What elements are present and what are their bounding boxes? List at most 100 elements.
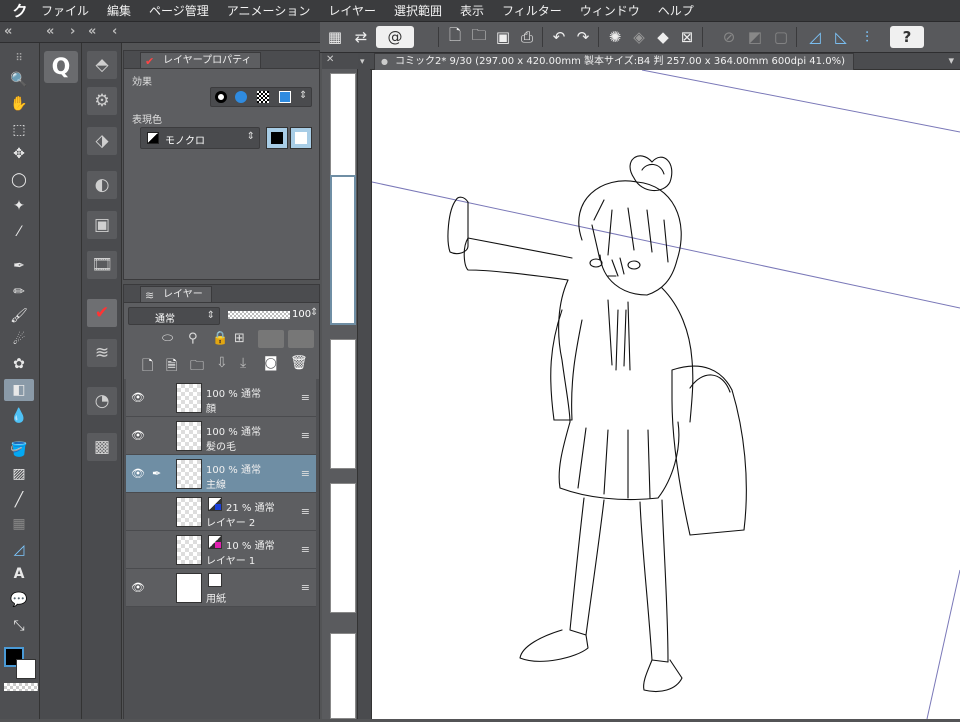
zoom-tool-icon[interactable]: 🔍 — [4, 69, 34, 91]
canvas-tab[interactable]: ● コミック2* 9/30 (297.00 x 420.00mm 製本サイズ:B4… — [374, 53, 854, 70]
menu-filter[interactable]: フィルター — [493, 0, 571, 22]
layer-row-hair[interactable]: 👁 100 % 通常 髪の毛 ≡ — [126, 417, 316, 455]
film-icon[interactable]: 🎞 — [87, 251, 117, 279]
layer-row-layer-1[interactable]: 10 % 通常 レイヤー 1 ≡ — [126, 531, 316, 569]
undo-icon[interactable]: ↶ — [548, 26, 570, 48]
ruler-toggle-icon[interactable] — [288, 330, 314, 348]
transform-icon[interactable]: ⊠ — [676, 26, 698, 48]
spin-icon[interactable]: ⇕ — [310, 307, 318, 318]
special-ruler-snap-icon[interactable]: ◺ — [830, 26, 852, 48]
collapse-left-icon[interactable]: « — [4, 24, 12, 39]
eraser-tool-icon[interactable]: ◧ — [4, 379, 34, 401]
clip-studio-icon[interactable]: @ — [376, 26, 414, 48]
clear-icon[interactable]: ◈ — [628, 26, 650, 48]
lock-icon[interactable]: 🔒 — [212, 331, 228, 346]
lock-transparency-icon[interactable]: ⊞ — [234, 331, 245, 346]
layer-menu-icon[interactable]: ≡ — [301, 581, 310, 594]
drawing-canvas[interactable] — [371, 69, 960, 720]
layer-menu-icon[interactable]: ≡ — [301, 543, 310, 556]
eye-icon[interactable]: 👁 — [130, 391, 146, 405]
fill-bucket-icon[interactable]: 🪣 — [4, 439, 34, 461]
sub-tool-icon[interactable]: Q — [44, 51, 78, 83]
color-circle-icon[interactable]: ◐ — [87, 171, 117, 199]
balloon-tool-icon[interactable]: 💬 — [4, 589, 34, 611]
new-file-icon[interactable]: 🗋 — [444, 26, 466, 48]
collapse-left-icon[interactable]: « — [88, 24, 96, 39]
border-effect-icon[interactable] — [215, 91, 227, 103]
pen-tool-icon[interactable]: ✒ — [4, 255, 34, 277]
open-folder-icon[interactable]: 🗀 — [468, 26, 490, 48]
invert-selection-icon[interactable]: ◩ — [744, 26, 766, 48]
spin-icon[interactable]: ⇕ — [299, 90, 307, 101]
ruler-tool-icon[interactable]: ◿ — [4, 539, 34, 561]
lasso-selection-icon[interactable]: ◯ — [4, 169, 34, 191]
transfer-down-icon[interactable]: ⇩ — [216, 355, 228, 371]
page-thumbnail[interactable] — [330, 483, 356, 613]
extract-line-icon[interactable] — [235, 91, 247, 103]
layer-row-layer-2[interactable]: 21 % 通常 レイヤー 2 ≡ — [126, 493, 316, 531]
opacity-value[interactable]: 100 — [292, 309, 311, 320]
pencil-tool-icon[interactable]: ✏ — [4, 281, 34, 303]
move-layer-icon[interactable]: ✥ — [4, 143, 34, 165]
menu-animation[interactable]: アニメーション — [218, 0, 320, 22]
help-icon[interactable]: ? — [890, 26, 924, 48]
grid-snap-icon[interactable]: ⫶ — [856, 26, 878, 48]
expand-right-icon[interactable]: › — [70, 24, 75, 39]
decoration-tool-icon[interactable]: ✿ — [4, 353, 34, 375]
layer-menu-icon[interactable]: ≡ — [301, 391, 310, 404]
chevron-left-icon[interactable]: ‹ — [112, 24, 117, 39]
blend-mode-select[interactable]: 通常 ⇕ — [128, 307, 220, 325]
page-thumbnail-current[interactable] — [330, 175, 356, 325]
layer-menu-icon[interactable]: ≡ — [301, 505, 310, 518]
ruler-snap-icon[interactable]: ◿ — [804, 26, 826, 48]
black-color-button[interactable] — [266, 127, 288, 149]
delete-layer-icon[interactable]: 🗑 — [290, 355, 308, 371]
magic-wand-icon[interactable]: ✦ — [4, 195, 34, 217]
layer-stack-icon[interactable]: ≋ — [87, 339, 117, 367]
menu-view[interactable]: 表示 — [451, 0, 493, 22]
eye-icon[interactable]: 👁 — [130, 429, 146, 443]
gear-material-icon[interactable]: ⚙ — [87, 87, 117, 115]
color-mode-select[interactable]: モノクロ ⇕ — [140, 127, 260, 149]
layer-tab[interactable]: ≋ レイヤー — [140, 286, 212, 302]
layer-search-icon[interactable]: ▩ — [87, 433, 117, 461]
opacity-slider[interactable] — [228, 311, 290, 319]
layer-row-lineart[interactable]: 👁 ✒ 100 % 通常 主線 ≡ — [126, 455, 316, 493]
layer-color-icon[interactable] — [279, 91, 291, 103]
pattern-material-icon[interactable]: ⬗ — [87, 127, 117, 155]
eye-icon[interactable]: 👁 — [130, 467, 146, 481]
grid-layout-icon[interactable]: ▦ — [324, 26, 346, 48]
eye-icon[interactable]: 👁 — [130, 581, 146, 595]
menu-help[interactable]: ヘルプ — [649, 0, 703, 22]
layer-row-paper[interactable]: 👁 用紙 ≡ — [126, 569, 316, 607]
text-tool-icon[interactable]: A — [4, 563, 34, 585]
material-palette-icon[interactable]: ⬘ — [87, 51, 117, 79]
export-icon[interactable]: ⎙ — [516, 26, 538, 48]
merge-down-icon[interactable]: ⤓ — [240, 355, 246, 371]
layer-mask-icon[interactable]: ◙ — [264, 355, 278, 371]
redo-icon[interactable]: ↷ — [572, 26, 594, 48]
layer-property-icon[interactable]: ✔ — [87, 299, 117, 327]
deselect-icon[interactable]: ⊘ — [718, 26, 740, 48]
hand-tool-icon[interactable]: ✋ — [4, 93, 34, 115]
layer-menu-icon[interactable]: ≡ — [301, 467, 310, 480]
page-thumbnail[interactable] — [330, 339, 356, 469]
reference-layer-icon[interactable]: ⚲ — [188, 331, 198, 346]
navigator-icon[interactable]: ◔ — [87, 387, 117, 415]
sub-color-swatch[interactable] — [16, 659, 36, 679]
close-icon[interactable]: ✕ — [326, 54, 334, 65]
menu-edit[interactable]: 編集 — [98, 0, 140, 22]
layer-property-tab[interactable]: ✔ レイヤープロパティ — [140, 52, 261, 68]
menu-window[interactable]: ウィンドウ — [571, 0, 649, 22]
strip-scrollbar[interactable]: ▾ — [358, 53, 372, 719]
brush-tool-icon[interactable]: 🖌 — [4, 305, 34, 327]
chevron-down-icon[interactable]: ▾ — [360, 57, 365, 67]
layer-menu-icon[interactable]: ≡ — [301, 429, 310, 442]
menu-page[interactable]: ページ管理 — [140, 0, 218, 22]
menu-selection[interactable]: 選択範囲 — [385, 0, 451, 22]
white-color-button[interactable] — [290, 127, 312, 149]
eyedropper-icon[interactable]: ⁄ — [4, 221, 34, 243]
airbrush-tool-icon[interactable]: ☄ — [4, 329, 34, 351]
menu-layer[interactable]: レイヤー — [319, 0, 385, 22]
new-folder-icon[interactable]: 🗀 — [190, 355, 204, 379]
